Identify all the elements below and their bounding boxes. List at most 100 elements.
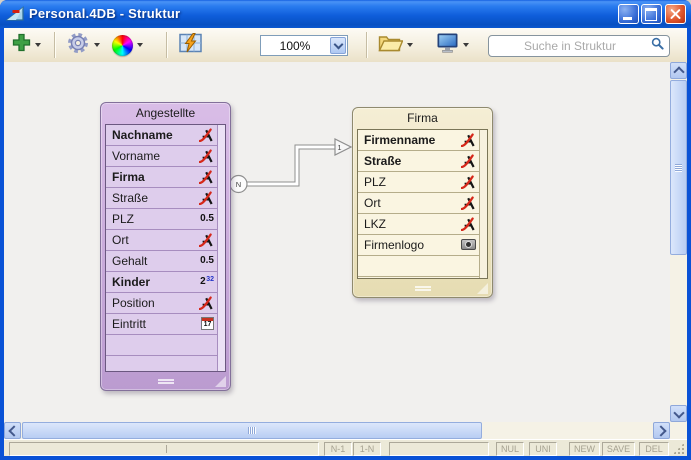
field-label: Straße (112, 191, 148, 205)
color-button[interactable] (112, 28, 143, 62)
scroll-left-button[interactable] (4, 422, 21, 439)
field-row[interactable]: Straße (106, 188, 217, 209)
alpha-type-icon (461, 175, 476, 189)
scroll-down-button[interactable] (670, 405, 687, 422)
field-row[interactable]: Eintritt17 (106, 314, 217, 335)
table-angestellte[interactable]: Angestellte Nachname Vorname Firma Straße PL… (100, 102, 231, 391)
thumb-grip-icon (248, 427, 256, 434)
field-row[interactable]: Vorname (106, 146, 217, 167)
resize-grip-icon[interactable] (415, 286, 431, 291)
scroll-up-button[interactable] (670, 62, 687, 79)
field-label: Firma (112, 170, 145, 184)
structure-canvas[interactable]: N 1 Angestellte NachnameVornameFirmaStra… (4, 62, 670, 422)
trigger-button[interactable] (179, 28, 202, 62)
scroll-right-button[interactable] (653, 422, 670, 439)
nul-button[interactable]: NUL (496, 442, 524, 456)
real-type-icon: 0.5 (200, 213, 214, 227)
panel-divider (166, 445, 167, 453)
lightning-table-icon (179, 33, 202, 58)
field-list: Firmenname Straße PLZ OrtLKZFirmenlogo (358, 130, 479, 278)
chevron-down-icon (137, 43, 143, 47)
empty-field-row[interactable] (106, 356, 217, 371)
field-row[interactable]: Firmenlogo (358, 235, 479, 256)
resize-corner-icon[interactable] (215, 376, 226, 387)
field-row[interactable]: Firmenname (358, 130, 479, 151)
open-button[interactable] (378, 28, 413, 62)
uni-button[interactable]: UNI (529, 442, 557, 456)
field-row[interactable]: LKZ (358, 214, 479, 235)
field-label: PLZ (364, 175, 386, 189)
field-label: Ort (112, 233, 129, 247)
field-row[interactable]: PLZ 0.5 (106, 209, 217, 230)
field-row[interactable]: Straße (358, 151, 479, 172)
field-label: Nachname (112, 128, 173, 142)
table-scroll-strip[interactable] (479, 130, 487, 278)
field-label: Vorname (112, 149, 160, 163)
minimize-button[interactable] (618, 4, 639, 24)
color-wheel-icon (112, 35, 133, 56)
zoom-value: 100% (261, 39, 329, 53)
toolbar-separator (166, 32, 167, 58)
field-row[interactable]: Firma (106, 167, 217, 188)
display-button[interactable] (436, 28, 469, 62)
save-button[interactable]: SAVE (602, 442, 635, 456)
horizontal-scrollbar[interactable] (4, 422, 670, 439)
maximize-button[interactable] (641, 4, 662, 24)
table-firma[interactable]: Firma Firmenname Straße PLZ OrtLKZFirmenlog… (352, 107, 493, 298)
field-row[interactable]: Gehalt0.5 (106, 251, 217, 272)
window-resize-grip[interactable] (673, 443, 684, 454)
search-icon[interactable] (651, 37, 664, 55)
table-title[interactable]: Angestellte (101, 103, 230, 124)
settings-button[interactable] (66, 28, 100, 62)
chevron-down-icon (94, 43, 100, 47)
vertical-scrollbar[interactable] (670, 62, 687, 422)
new-table-button[interactable] (12, 28, 41, 62)
client-area: 100% (4, 28, 687, 456)
title-bar[interactable]: Personal.4DB - Struktur (0, 0, 691, 28)
chevron-down-icon (407, 43, 413, 47)
field-row[interactable]: Nachname (106, 125, 217, 146)
table-title[interactable]: Firma (353, 108, 492, 129)
close-button[interactable] (665, 4, 686, 24)
field-label: Firmenname (364, 133, 435, 147)
window-title: Personal.4DB - Struktur (29, 0, 180, 28)
thumb-grip-icon (675, 164, 682, 172)
chevron-down-icon (35, 43, 41, 47)
field-list: Nachname Vorname Firma Straße PLZ 0.5 Ort Gehal… (106, 125, 217, 371)
field-row[interactable]: Ort (106, 230, 217, 251)
zoom-combobox[interactable]: 100% (260, 35, 348, 56)
field-label: Kinder (112, 275, 150, 289)
relation-n1-button[interactable]: N-1 (324, 442, 352, 456)
relation-one-label: 1 (337, 143, 341, 152)
chevron-down-icon (333, 40, 343, 50)
app-logo-icon (6, 5, 25, 27)
resize-corner-icon[interactable] (477, 283, 488, 294)
empty-field-row[interactable] (106, 335, 217, 356)
toolbar: 100% (4, 28, 687, 63)
resize-grip-icon[interactable] (158, 379, 174, 384)
alpha-type-icon (199, 191, 214, 205)
new-button[interactable]: NEW (569, 442, 600, 456)
empty-field-row[interactable] (358, 256, 479, 277)
alpha-type-icon (199, 170, 214, 184)
field-row[interactable]: Kinder232 (106, 272, 217, 293)
status-bar: N-1 1-N NUL UNI NEW SAVE DEL (4, 439, 687, 456)
table-scroll-strip[interactable] (217, 125, 225, 371)
vertical-scroll-thumb[interactable] (670, 80, 687, 255)
alpha-type-icon (199, 296, 214, 310)
alpha-type-icon (461, 133, 476, 147)
folder-icon (378, 33, 403, 57)
search-input[interactable] (489, 38, 651, 54)
zoom-dropdown-button[interactable] (330, 37, 346, 54)
field-row[interactable]: Position (106, 293, 217, 314)
horizontal-scroll-thumb[interactable] (22, 422, 482, 439)
field-row[interactable]: PLZ (358, 172, 479, 193)
scrollbar-corner (670, 422, 687, 439)
status-field-panel (389, 442, 489, 456)
chevron-left-icon (8, 425, 19, 436)
field-row[interactable]: Ort (358, 193, 479, 214)
field-label: PLZ (112, 212, 134, 226)
del-button[interactable]: DEL (639, 442, 669, 456)
chevron-up-icon (673, 66, 684, 77)
relation-1n-button[interactable]: 1-N (353, 442, 381, 456)
